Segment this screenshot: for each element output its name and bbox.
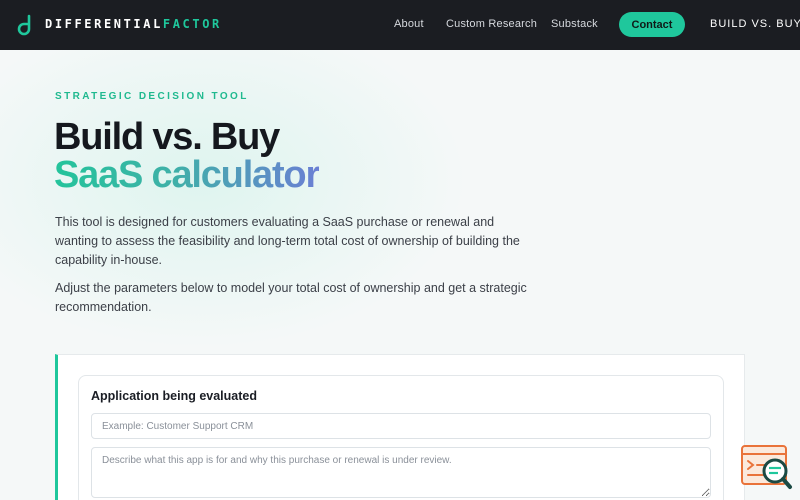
home-logo-link[interactable]	[17, 14, 33, 36]
brand-primary: DIFFERENTIAL	[45, 17, 163, 31]
df-logo-icon	[17, 14, 31, 36]
contact-button[interactable]: Contact	[619, 12, 685, 37]
chat-search-icon	[741, 445, 792, 489]
hero-eyebrow: STRATEGIC DECISION TOOL	[55, 91, 249, 102]
nav-link-about[interactable]: About	[394, 18, 424, 31]
nav-link-custom-research[interactable]: Custom Research	[446, 18, 537, 31]
application-name-input[interactable]	[91, 413, 711, 439]
nav-link-substack[interactable]: Substack	[551, 18, 598, 31]
application-heading: Application being evaluated	[91, 389, 257, 403]
intro-paragraph: This tool is designed for customers eval…	[55, 215, 520, 267]
application-description-textarea[interactable]	[91, 447, 711, 498]
instructions-paragraph: Adjust the parameters below to model you…	[55, 281, 527, 314]
brand-secondary: FACTOR	[162, 17, 222, 31]
brand-wordmark: DIFFERENTIALFACTOR	[45, 17, 222, 31]
help-chat-widget[interactable]	[740, 444, 794, 492]
nav-link-build-vs-buy[interactable]: BUILD VS. BUY	[710, 18, 800, 31]
top-navbar: DIFFERENTIALFACTOR About Custom Research…	[0, 0, 800, 50]
page-title-line2: SaaS calculator	[54, 154, 320, 196]
